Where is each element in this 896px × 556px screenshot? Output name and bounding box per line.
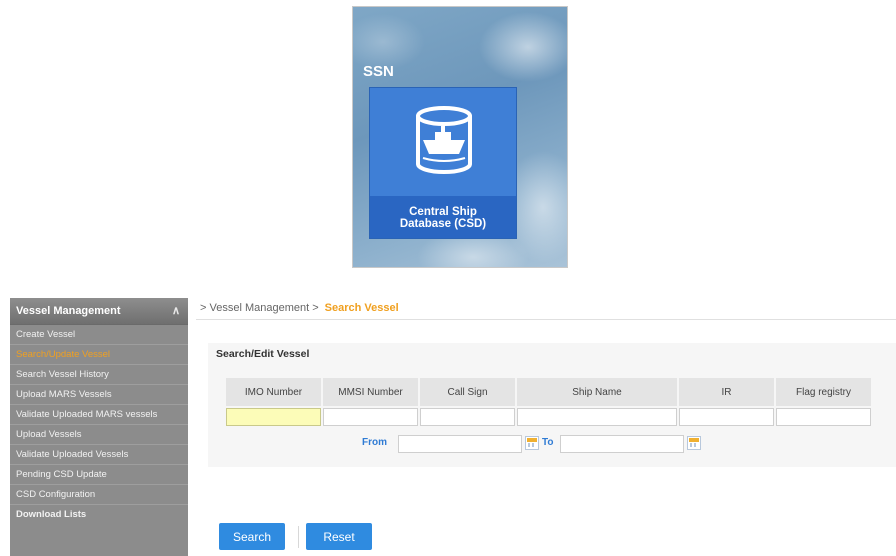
- main-content: > Vessel Management > Search Vessel Searc…: [196, 298, 896, 556]
- sidebar-item-validate-uploaded-vessels[interactable]: Validate Uploaded Vessels: [10, 445, 188, 465]
- imo-number-input[interactable]: [226, 408, 321, 426]
- to-date-input[interactable]: [560, 435, 684, 453]
- breadcrumb-current: Search Vessel: [324, 302, 399, 314]
- breadcrumb-divider: [196, 319, 896, 320]
- search-panel: Search/Edit Vessel IMO Number MMSI Numbe…: [208, 343, 896, 467]
- reset-button[interactable]: Reset: [306, 523, 372, 550]
- column-header-ship-name: Ship Name: [517, 378, 677, 406]
- sidebar-item-search-vessel-history[interactable]: Search Vessel History: [10, 365, 188, 385]
- to-label: To: [542, 437, 554, 448]
- sidebar-item-upload-vessels[interactable]: Upload Vessels: [10, 425, 188, 445]
- sidebar: Vessel Management ∧ Create Vessel Search…: [10, 298, 188, 556]
- sidebar-item-upload-mars-vessels[interactable]: Upload MARS Vessels: [10, 385, 188, 405]
- sidebar-item-pending-csd-update[interactable]: Pending CSD Update: [10, 465, 188, 485]
- column-header-imo: IMO Number: [226, 378, 321, 406]
- flag-registry-input[interactable]: [776, 408, 871, 426]
- call-sign-input[interactable]: [420, 408, 515, 426]
- column-header-flag-registry: Flag registry: [776, 378, 871, 406]
- search-criteria-table: IMO Number MMSI Number Call Sign Ship Na…: [224, 376, 873, 428]
- calendar-icon[interactable]: [687, 436, 701, 450]
- date-range-row: From To: [208, 435, 896, 453]
- from-date-input[interactable]: [398, 435, 522, 453]
- search-button[interactable]: Search: [219, 523, 285, 550]
- breadcrumb-parent[interactable]: > Vessel Management >: [200, 302, 319, 314]
- sidebar-item-search-update-vessel[interactable]: Search/Update Vessel: [10, 345, 188, 365]
- sidebar-item-validate-mars-vessels[interactable]: Validate Uploaded MARS vessels: [10, 405, 188, 425]
- ssn-brand-label: SSN: [363, 63, 394, 80]
- column-header-mmsi: MMSI Number: [323, 378, 418, 406]
- ir-input[interactable]: [679, 408, 774, 426]
- panel-title: Search/Edit Vessel: [216, 348, 310, 360]
- sidebar-title: Vessel Management: [16, 305, 121, 317]
- ship-name-input[interactable]: [517, 408, 677, 426]
- logo-caption-line2: Database (CSD): [399, 218, 487, 230]
- breadcrumb: > Vessel Management > Search Vessel: [200, 302, 399, 314]
- logo-caption-line1: Central Ship: [409, 206, 477, 218]
- sidebar-item-download-lists[interactable]: Download Lists: [10, 505, 188, 524]
- sidebar-item-csd-configuration[interactable]: CSD Configuration: [10, 485, 188, 505]
- column-header-call-sign: Call Sign: [420, 378, 515, 406]
- csd-app-logo[interactable]: SSN Central Ship Database (CSD): [352, 6, 568, 268]
- sidebar-header[interactable]: Vessel Management ∧: [10, 298, 188, 325]
- calendar-icon[interactable]: [525, 436, 539, 450]
- database-ship-icon: [416, 106, 472, 174]
- sidebar-item-create-vessel[interactable]: Create Vessel: [10, 325, 188, 345]
- column-header-ir: IR: [679, 378, 774, 406]
- from-label: From: [362, 437, 387, 448]
- double-chevron-up-icon[interactable]: ∧: [172, 298, 180, 324]
- csd-app-tile[interactable]: Central Ship Database (CSD): [369, 87, 517, 239]
- button-divider: [298, 526, 299, 548]
- mmsi-number-input[interactable]: [323, 408, 418, 426]
